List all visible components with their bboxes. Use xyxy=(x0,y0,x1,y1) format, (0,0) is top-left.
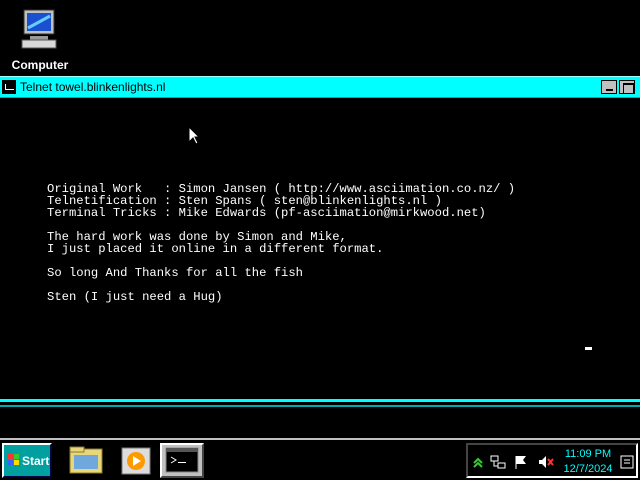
console-line: So long And Thanks for all the fish xyxy=(47,266,303,280)
media-player-icon xyxy=(121,447,151,475)
volume-muted-icon[interactable] xyxy=(538,454,554,470)
start-label: Start xyxy=(22,454,50,468)
windows-flag-icon xyxy=(8,454,19,465)
start-button[interactable]: Start xyxy=(2,443,52,478)
console-line: Terminal Tricks : Mike Edwards (pf-ascii… xyxy=(47,206,486,220)
console-output[interactable]: Original Work : Simon Jansen ( http://ww… xyxy=(0,99,640,399)
telnet-taskbar-button[interactable] xyxy=(160,443,204,478)
desktop-icon-label: Computer xyxy=(11,58,69,72)
console-icon[interactable] xyxy=(2,80,16,94)
console-icon xyxy=(165,447,199,473)
taskbar-clock[interactable]: 11:09 PM 12/7/2024 xyxy=(563,447,613,477)
taskbar: Start 11:09 PM 12/7/2024 xyxy=(0,438,640,480)
telnet-window[interactable]: Telnet towel.blinkenlights.nl Original W… xyxy=(0,73,640,410)
window-titlebar[interactable]: Telnet towel.blinkenlights.nl xyxy=(0,76,640,98)
network-icon[interactable] xyxy=(490,454,506,470)
clock-time: 11:09 PM xyxy=(564,448,612,460)
text-cursor xyxy=(585,347,592,350)
notifications-icon[interactable] xyxy=(619,454,635,470)
system-tray: 11:09 PM 12/7/2024 xyxy=(466,443,638,478)
minimize-button[interactable] xyxy=(601,80,617,94)
file-explorer-button[interactable] xyxy=(64,443,108,478)
console-line: I just placed it online in a different f… xyxy=(47,242,384,256)
maximize-button[interactable] xyxy=(619,80,635,94)
media-player-button[interactable] xyxy=(114,443,158,478)
computer-desktop-icon[interactable]: Computer xyxy=(8,6,72,72)
action-center-flag-icon[interactable] xyxy=(513,454,529,470)
window-title: Telnet towel.blinkenlights.nl xyxy=(20,80,166,94)
console-line: Sten (I just need a Hug) xyxy=(47,290,223,304)
folder-icon xyxy=(69,446,103,474)
clock-date: 12/7/2024 xyxy=(563,463,613,475)
mouse-pointer-icon xyxy=(188,126,200,145)
window-bottom-border xyxy=(0,399,640,410)
computer-icon xyxy=(21,9,57,49)
show-hidden-icons-icon[interactable] xyxy=(470,454,486,470)
